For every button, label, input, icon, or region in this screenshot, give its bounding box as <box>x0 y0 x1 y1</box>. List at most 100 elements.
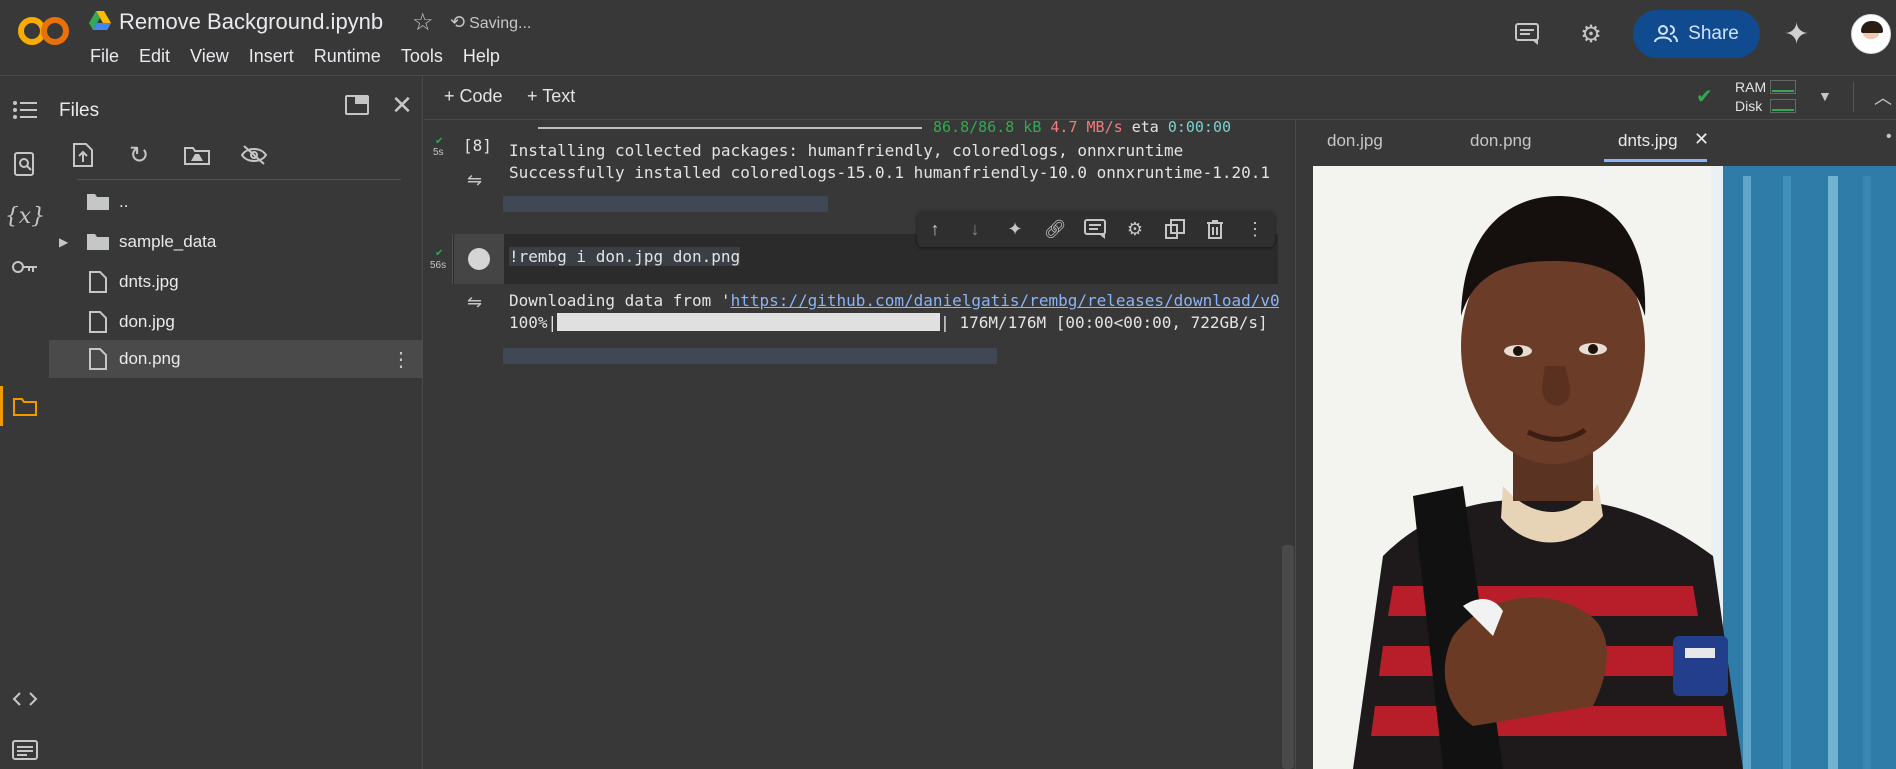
output-line: Successfully installed coloredlogs-15.0.… <box>509 163 1270 182</box>
files-panel: Files ✕ ↻ .. ▶ sample_data dnts.jpg don.… <box>49 76 423 769</box>
menu-bar: File Edit View Insert Runtime Tools Help <box>80 44 510 69</box>
download-prefix: Downloading data from ' <box>509 291 731 310</box>
star-icon[interactable]: ☆ <box>412 8 434 37</box>
files-divider <box>77 179 401 180</box>
progress-suffix: | 176M/176M [00:00<00:00, 722GB/s] <box>940 313 1268 332</box>
pip-eta-value: 0:00:00 <box>1167 118 1232 136</box>
gear-icon[interactable]: ⚙ <box>1123 217 1147 241</box>
success-check-icon: ✔ <box>435 248 444 259</box>
image-preview <box>1313 166 1896 769</box>
terminal-icon[interactable] <box>12 737 38 763</box>
download-link[interactable]: https://github.com/danielgatis/rembg/rel… <box>731 291 1279 310</box>
download-line: Downloading data from 'https://github.co… <box>509 291 1279 310</box>
file-icon <box>86 270 110 294</box>
left-rail: {x} <box>0 76 49 769</box>
output-actions-icon[interactable]: ⇋ <box>467 170 482 191</box>
folder-icon[interactable] <box>12 393 38 419</box>
comment-icon[interactable] <box>1512 19 1542 49</box>
exec-count: [8] <box>463 136 492 155</box>
sync-icon: ⟲ <box>450 12 466 32</box>
menu-runtime[interactable]: Runtime <box>304 44 391 69</box>
disk-label: Disk <box>1735 98 1763 114</box>
file-item-dnts-jpg[interactable]: dnts.jpg <box>49 263 423 301</box>
menu-insert[interactable]: Insert <box>239 44 304 69</box>
caret-right-icon[interactable]: ▶ <box>59 235 68 249</box>
avatar[interactable] <box>1851 14 1891 54</box>
file-item-parent[interactable]: .. <box>49 183 423 221</box>
gear-icon[interactable]: ⚙ <box>1576 19 1606 49</box>
tab-dnts-jpg[interactable]: dnts.jpg <box>1618 131 1678 151</box>
mount-drive-icon[interactable] <box>182 140 212 170</box>
pip-eta-label: eta <box>1131 118 1159 136</box>
add-text-button[interactable]: + Text <box>527 86 575 107</box>
delete-icon[interactable] <box>1203 217 1227 241</box>
ram-meter[interactable] <box>1770 80 1796 94</box>
refresh-icon[interactable]: ↻ <box>124 140 154 170</box>
open-in-tab-icon[interactable] <box>342 90 372 120</box>
menu-edit[interactable]: Edit <box>129 44 180 69</box>
save-status-text: Saving... <box>469 15 532 32</box>
menu-help[interactable]: Help <box>453 44 510 69</box>
comment-icon[interactable] <box>1083 217 1107 241</box>
toc-icon[interactable] <box>12 97 38 123</box>
chevron-up-icon[interactable]: ︿ <box>1874 84 1892 110</box>
download-progress-line: 100%| | 176M/176M [00:00<00:00, 722GB/s] <box>509 313 1268 332</box>
more-vert-icon[interactable]: ⋮ <box>1243 217 1267 241</box>
pip-progress-line: 86.8/86.8 kB 4.7 MB/s eta 0:00:00 <box>933 118 1231 136</box>
menu-view[interactable]: View <box>180 44 239 69</box>
ram-label: RAM <box>1735 79 1767 95</box>
more-vert-icon[interactable]: ⋮ <box>391 347 411 372</box>
chevron-down-icon[interactable]: ▼ <box>1818 88 1832 104</box>
files-title: Files <box>59 100 100 121</box>
folder-icon <box>86 230 110 254</box>
file-icon <box>86 347 110 371</box>
active-tab-indicator <box>1604 159 1707 162</box>
file-item-don-jpg[interactable]: don.jpg <box>49 303 423 341</box>
more-horiz-icon[interactable]: • <box>1886 128 1892 146</box>
run-cell-button[interactable] <box>454 234 504 284</box>
variables-icon[interactable]: {x} <box>5 203 45 229</box>
tab-don-jpg[interactable]: don.jpg <box>1327 131 1383 151</box>
gemini-sparkle-icon[interactable]: ✦ <box>1003 217 1027 241</box>
disk-meter[interactable] <box>1770 99 1796 113</box>
header-bar: Remove Background.ipynb ☆ ⟲ Saving... Fil… <box>0 0 1896 75</box>
download-progress-bar <box>557 313 941 331</box>
notebook-title[interactable]: Remove Background.ipynb <box>119 9 383 35</box>
menu-file[interactable]: File <box>80 44 129 69</box>
mirror-cell-icon[interactable] <box>1163 217 1187 241</box>
share-people-icon <box>1654 25 1679 43</box>
output-actions-icon[interactable]: ⇋ <box>467 292 482 313</box>
exec-time: 56s <box>430 260 447 271</box>
link-icon[interactable]: 🔗︎ <box>1043 217 1067 241</box>
close-icon[interactable]: ✕ <box>1694 129 1709 150</box>
move-down-icon[interactable]: ↓ <box>963 217 987 241</box>
close-icon[interactable]: ✕ <box>387 90 417 120</box>
file-item-sample-data[interactable]: ▶ sample_data <box>49 223 423 261</box>
output-line: Installing collected packages: humanfrie… <box>509 141 1184 160</box>
notebook-scrollbar[interactable] <box>1282 545 1294 769</box>
file-item-don-png[interactable]: don.png ⋮ <box>49 340 423 378</box>
menu-tools[interactable]: Tools <box>391 44 453 69</box>
share-button[interactable]: Share <box>1633 10 1760 58</box>
cell-code[interactable]: !rembg i don.jpg don.png <box>509 247 741 266</box>
find-icon[interactable] <box>12 151 38 177</box>
upload-icon[interactable] <box>68 140 98 170</box>
hide-hidden-files-icon[interactable] <box>239 140 269 170</box>
tab-don-png[interactable]: don.png <box>1470 131 1531 151</box>
progress-prefix: 100%| <box>509 313 558 332</box>
pip-progress-text: 86.8/86.8 kB <box>933 118 1042 136</box>
drive-icon[interactable] <box>89 11 111 31</box>
key-icon[interactable] <box>12 254 38 280</box>
file-item-label: .. <box>119 192 129 211</box>
move-up-icon[interactable]: ↑ <box>923 217 947 241</box>
notebook-toolbar: + Code + Text <box>424 76 1896 120</box>
exec-time: 5s <box>433 147 444 158</box>
file-item-label: don.jpg <box>119 312 175 331</box>
pip-speed: 4.7 MB/s <box>1050 118 1123 136</box>
add-code-button[interactable]: + Code <box>444 86 503 107</box>
gemini-sparkle-icon[interactable]: ✦ <box>1784 17 1809 52</box>
output-placeholder <box>503 196 828 212</box>
colab-logo[interactable] <box>18 14 70 48</box>
code-snippets-icon[interactable] <box>12 686 38 712</box>
file-item-label: sample_data <box>119 232 217 251</box>
